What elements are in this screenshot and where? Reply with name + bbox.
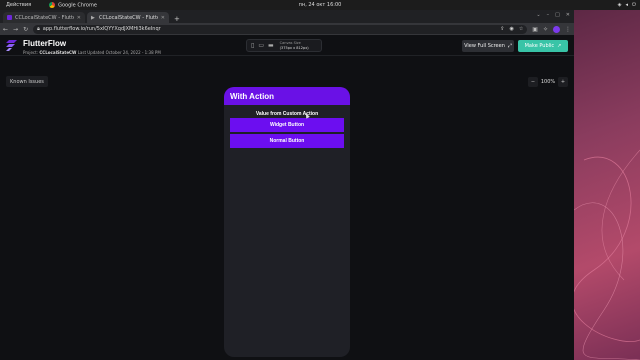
desktop-device-icon[interactable]: ▬ <box>268 42 274 49</box>
canvas-size-value: (375px x 812px) <box>279 45 309 50</box>
app-bar-title: With Action <box>230 91 275 101</box>
address-bar[interactable]: 🔒︎ app.flutterflow.io/run/5xlQYYXqdJXMHi… <box>33 24 528 34</box>
canvas-size-label: Canvas Size <box>279 41 301 45</box>
project-label: Project: <box>23 50 39 55</box>
make-public-label: Make Public <box>524 43 555 49</box>
wallpaper-curves <box>574 149 640 360</box>
activities-button[interactable]: Действия <box>6 2 31 9</box>
custom-action-value-text: Value from Custom Action <box>255 111 319 117</box>
external-link-icon: ↗ <box>557 43 562 49</box>
power-icon: ⏻ <box>632 2 636 8</box>
browser-tab-1[interactable]: CCLocalStateCW - Flutter ✕ <box>3 12 85 23</box>
view-full-screen-button[interactable]: View Full Screen ⤢ <box>462 40 514 52</box>
brand-name: FlutterFlow <box>23 39 67 48</box>
extension-icon[interactable]: ▣ <box>532 26 538 33</box>
flutterflow-header: FlutterFlow Project: CCLocalStateCW Last… <box>0 35 574 56</box>
make-public-button[interactable]: Make Public ↗ <box>518 40 568 52</box>
browser-toolbar: ← → ↻ 🔒︎ app.flutterflow.io/run/5xlQYYXq… <box>0 23 574 35</box>
volume-icon: ◂ <box>625 2 629 8</box>
normal-button[interactable]: Normal Button <box>230 134 344 148</box>
expand-icon: ⤢ <box>507 43 512 49</box>
url-text: app.flutterflow.io/run/5xlQYYXqdJXMHi3k6… <box>42 26 161 32</box>
desktop-wallpaper <box>574 10 640 360</box>
widget-button[interactable]: Widget Button <box>230 118 344 132</box>
zoom-control: − 100% + <box>528 76 568 87</box>
menu-icon[interactable]: ⋮ <box>565 26 571 33</box>
app-menu[interactable]: Google Chrome <box>49 1 97 9</box>
profile-avatar[interactable] <box>553 25 560 33</box>
tab-strip: CCLocalStateCW - Flutter ✕ ▶ CCLocalStat… <box>0 10 574 23</box>
bookmark-star-icon[interactable]: ☆ <box>519 26 523 32</box>
phone-device-icon[interactable]: ▯ <box>251 42 254 49</box>
tab-title: CCLocalStateCW - Flutte <box>99 14 158 21</box>
browser-tab-2[interactable]: ▶ CCLocalStateCW - Flutte ✕ <box>87 12 169 23</box>
close-tab-icon[interactable]: ✕ <box>77 15 81 21</box>
new-tab-icon[interactable]: + <box>171 15 183 23</box>
device-selector: ▯ ▭ ▬ Canvas Size (375px x 812px) <box>246 39 322 52</box>
flutterflow-favicon-icon <box>7 15 12 20</box>
zoom-in-button[interactable]: + <box>557 76 568 87</box>
minimize-icon[interactable]: – <box>547 12 550 18</box>
flutterflow-logo-icon <box>6 40 17 51</box>
project-name: CCLocalStateCW <box>39 50 77 55</box>
eye-icon[interactable]: ◉ <box>509 26 513 32</box>
zoom-out-button[interactable]: − <box>528 76 538 87</box>
known-issues-button[interactable]: Known Issues <box>6 76 48 87</box>
forward-icon[interactable]: → <box>13 26 18 33</box>
clock[interactable]: пн, 24 окт 16:00 <box>299 2 342 8</box>
browser-window: CCLocalStateCW - Flutter ✕ ▶ CCLocalStat… <box>0 10 574 360</box>
lock-icon: 🔒︎ <box>37 26 40 32</box>
network-icon: ◈ <box>617 2 622 8</box>
puzzle-icon[interactable]: ✧ <box>543 26 548 33</box>
system-tray[interactable]: ◈ ◂ ⏻ <box>618 2 636 8</box>
chrome-icon <box>49 1 56 8</box>
maximize-icon[interactable]: □ <box>555 12 560 18</box>
app-bar: With Action <box>224 87 350 105</box>
canvas-size: Canvas Size (375px x 812px) <box>280 41 309 50</box>
tab-title: CCLocalStateCW - Flutter <box>15 14 74 21</box>
tablet-device-icon[interactable]: ▭ <box>258 42 264 49</box>
close-tab-icon[interactable]: ✕ <box>161 15 165 21</box>
view-full-screen-label: View Full Screen <box>464 43 505 49</box>
back-icon[interactable]: ← <box>3 26 8 33</box>
play-favicon-icon: ▶ <box>91 15 95 21</box>
app-preview-phone: With Action Value from Custom Action Wid… <box>224 87 350 357</box>
reload-icon[interactable]: ↻ <box>23 26 28 33</box>
close-window-icon[interactable]: ✕ <box>566 12 570 18</box>
last-updated: Last Updated October 24, 2022 - 1:38 PM <box>77 50 161 55</box>
zoom-value: 100% <box>540 78 556 85</box>
window-controls: ⌄ – □ ✕ <box>536 12 570 18</box>
app-name: Google Chrome <box>58 2 97 9</box>
os-top-bar: Действия Google Chrome пн, 24 окт 16:00 … <box>0 0 640 10</box>
project-info: Project: CCLocalStateCW Last Updated Oct… <box>23 50 161 55</box>
share-icon[interactable]: ⇪ <box>500 26 504 32</box>
tab-search-icon[interactable]: ⌄ <box>536 12 540 18</box>
